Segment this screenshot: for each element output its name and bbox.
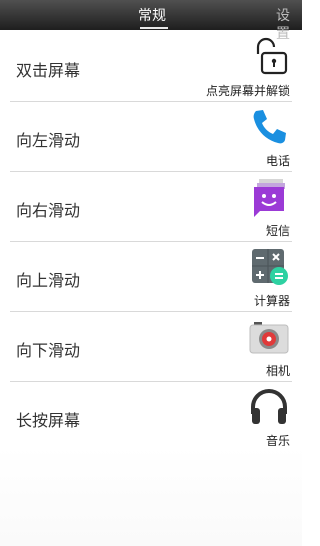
gesture-row-long-press[interactable]: 长按屏幕 音乐 (0, 382, 302, 452)
gesture-label: 双击屏幕 (16, 61, 81, 80)
gesture-label: 向右滑动 (16, 201, 81, 220)
headphones-icon (248, 386, 290, 428)
gesture-row-swipe-down[interactable]: 向下滑动 相机 (0, 312, 302, 382)
tab-general[interactable]: 常规 (138, 7, 166, 25)
app-label: 计算器 (253, 294, 290, 308)
gesture-label: 向下滑动 (16, 341, 81, 360)
app-label: 点亮屏幕并解锁 (205, 84, 290, 98)
gesture-row-swipe-left[interactable]: 向左滑动 电话 (0, 102, 302, 172)
app-label: 电话 (265, 154, 290, 168)
active-tab-indicator (140, 27, 168, 29)
gesture-label: 向上滑动 (16, 271, 81, 290)
top-tab-bar: 常规 设置 (0, 0, 302, 42)
gesture-row-swipe-right[interactable]: 向右滑动 短信 (0, 172, 302, 242)
gesture-row-swipe-up[interactable]: 向上滑动 计算器 (0, 242, 302, 312)
phone-icon (248, 106, 290, 148)
gesture-label: 向左滑动 (16, 131, 81, 150)
padlock-icon (248, 36, 290, 78)
app-label: 短信 (265, 224, 290, 238)
app-label: 相机 (265, 364, 290, 378)
gesture-row-double-tap[interactable]: 双击屏幕 点亮屏幕并解锁 (0, 32, 302, 102)
empty-area (0, 446, 302, 546)
calculator-icon (248, 246, 290, 288)
gesture-label: 长按屏幕 (16, 411, 81, 430)
messaging-icon (248, 176, 290, 218)
camera-icon (248, 316, 290, 358)
